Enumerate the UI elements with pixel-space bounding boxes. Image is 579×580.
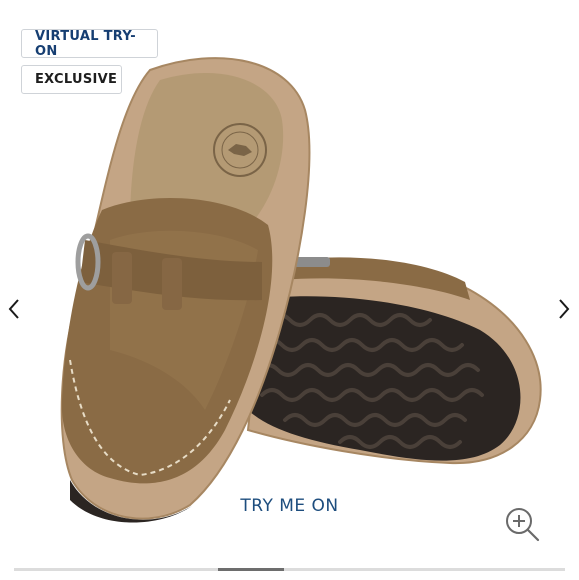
exclusive-label: EXCLUSIVE — [35, 72, 118, 87]
chevron-left-icon — [8, 299, 19, 319]
zoom-in-icon — [506, 508, 540, 542]
carousel-progress-track — [14, 568, 565, 571]
product-gallery: VIRTUAL TRY-ON EXCLUSIVE TRY ME ON — [0, 0, 579, 580]
carousel-progress-indicator — [217, 568, 284, 571]
virtual-try-on-badge[interactable]: VIRTUAL TRY-ON — [21, 28, 158, 59]
zoom-button[interactable] — [503, 505, 541, 543]
virtual-try-on-label: VIRTUAL TRY-ON — [35, 28, 136, 59]
carousel-prev-button[interactable] — [3, 294, 25, 324]
chevron-right-icon — [559, 299, 570, 319]
exclusive-badge: EXCLUSIVE — [21, 65, 122, 94]
carousel-next-button[interactable] — [553, 294, 575, 324]
shoe-front-view — [60, 57, 311, 523]
try-me-on-link[interactable]: TRY ME ON — [0, 496, 579, 516]
